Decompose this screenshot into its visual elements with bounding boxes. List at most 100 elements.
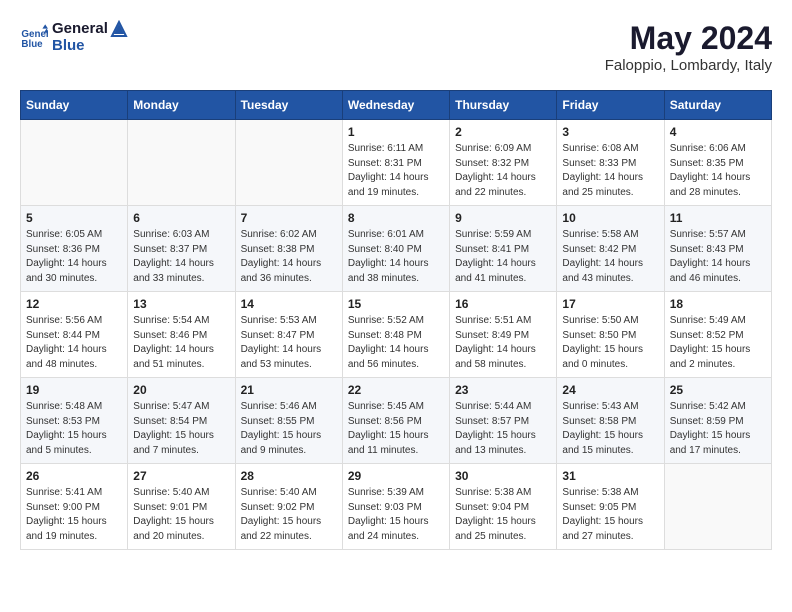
- day-info: Sunrise: 5:43 AM Sunset: 8:58 PM Dayligh…: [562, 400, 658, 458]
- calendar-header: SundayMondayTuesdayWednesdayThursdayFrid…: [21, 91, 772, 120]
- day-number: 14: [241, 297, 337, 311]
- calendar-cell: 26Sunrise: 5:41 AM Sunset: 9:00 PM Dayli…: [21, 464, 128, 550]
- calendar-cell: 6 Sunrise: 6:03 AM Sunset: 8:37 PM Daylig…: [128, 206, 235, 292]
- day-number: 20: [133, 383, 229, 397]
- week-row-2: 5Sunrise: 6:05 AM Sunset: 8:36 PM Daylig…: [21, 206, 772, 292]
- calendar-cell: 21 Sunrise: 5:46 AM Sunset: 8:55 PM Dayli…: [235, 378, 342, 464]
- calendar-cell: 11 Sunrise: 5:57 AM Sunset: 8:43 PM Dayli…: [664, 206, 771, 292]
- week-row-5: 26Sunrise: 5:41 AM Sunset: 9:00 PM Dayli…: [21, 464, 772, 550]
- day-info: Sunrise: 6:02 AM Sunset: 8:38 PM Dayligh…: [241, 228, 337, 286]
- day-info: Sunrise: 5:38 AM Sunset: 9:05 PM Dayligh…: [562, 486, 658, 544]
- day-info: Sunrise: 5:58 AM Sunset: 8:42 PM Dayligh…: [562, 228, 658, 286]
- day-number: 8: [348, 211, 444, 225]
- day-info: Sunrise: 5:46 AM Sunset: 8:55 PM Dayligh…: [241, 400, 337, 458]
- svg-text:Blue: Blue: [21, 39, 43, 50]
- calendar-cell: 27 Sunrise: 5:40 AM Sunset: 9:01 PM Dayli…: [128, 464, 235, 550]
- day-info: Sunrise: 6:05 AM Sunset: 8:36 PM Dayligh…: [26, 228, 122, 286]
- day-info: Sunrise: 5:40 AM Sunset: 9:01 PM Dayligh…: [133, 486, 229, 544]
- calendar-cell: 13 Sunrise: 5:54 AM Sunset: 8:46 PM Dayli…: [128, 292, 235, 378]
- calendar-cell: 25Sunrise: 5:42 AM Sunset: 8:59 PM Dayli…: [664, 378, 771, 464]
- header-sunday: Sunday: [21, 91, 128, 120]
- day-info: Sunrise: 5:50 AM Sunset: 8:50 PM Dayligh…: [562, 314, 658, 372]
- header-monday: Monday: [128, 91, 235, 120]
- day-info: Sunrise: 5:57 AM Sunset: 8:43 PM Dayligh…: [670, 228, 766, 286]
- day-info: Sunrise: 5:40 AM Sunset: 9:02 PM Dayligh…: [241, 486, 337, 544]
- calendar-cell: 29 Sunrise: 5:39 AM Sunset: 9:03 PM Dayli…: [342, 464, 449, 550]
- week-row-3: 12 Sunrise: 5:56 AM Sunset: 8:44 PM Dayli…: [21, 292, 772, 378]
- day-number: 26: [26, 469, 122, 483]
- calendar-cell: [235, 120, 342, 206]
- calendar-cell: 19Sunrise: 5:48 AM Sunset: 8:53 PM Dayli…: [21, 378, 128, 464]
- calendar-cell: [128, 120, 235, 206]
- header-thursday: Thursday: [450, 91, 557, 120]
- day-info: Sunrise: 5:39 AM Sunset: 9:03 PM Dayligh…: [348, 486, 444, 544]
- calendar-cell: 10 Sunrise: 5:58 AM Sunset: 8:42 PM Dayli…: [557, 206, 664, 292]
- logo: General Blue General Blue: [20, 20, 128, 55]
- calendar-cell: 22 Sunrise: 5:45 AM Sunset: 8:56 PM Dayli…: [342, 378, 449, 464]
- day-number: 11: [670, 211, 766, 225]
- header-row: SundayMondayTuesdayWednesdayThursdayFrid…: [21, 91, 772, 120]
- location-subtitle: Faloppio, Lombardy, Italy: [605, 57, 772, 74]
- day-number: 22: [348, 383, 444, 397]
- day-number: 29: [348, 469, 444, 483]
- day-info: Sunrise: 5:52 AM Sunset: 8:48 PM Dayligh…: [348, 314, 444, 372]
- calendar-cell: 4 Sunrise: 6:06 AM Sunset: 8:35 PM Daylig…: [664, 120, 771, 206]
- calendar-cell: 28 Sunrise: 5:40 AM Sunset: 9:02 PM Dayli…: [235, 464, 342, 550]
- calendar-cell: 18Sunrise: 5:49 AM Sunset: 8:52 PM Dayli…: [664, 292, 771, 378]
- day-info: Sunrise: 6:08 AM Sunset: 8:33 PM Dayligh…: [562, 142, 658, 200]
- day-info: Sunrise: 6:09 AM Sunset: 8:32 PM Dayligh…: [455, 142, 551, 200]
- calendar-cell: 20Sunrise: 5:47 AM Sunset: 8:54 PM Dayli…: [128, 378, 235, 464]
- day-info: Sunrise: 5:56 AM Sunset: 8:44 PM Dayligh…: [26, 314, 122, 372]
- calendar-cell: 14Sunrise: 5:53 AM Sunset: 8:47 PM Dayli…: [235, 292, 342, 378]
- day-info: Sunrise: 5:54 AM Sunset: 8:46 PM Dayligh…: [133, 314, 229, 372]
- day-info: Sunrise: 5:59 AM Sunset: 8:41 PM Dayligh…: [455, 228, 551, 286]
- day-number: 12: [26, 297, 122, 311]
- day-number: 10: [562, 211, 658, 225]
- calendar-cell: 30Sunrise: 5:38 AM Sunset: 9:04 PM Dayli…: [450, 464, 557, 550]
- day-number: 21: [241, 383, 337, 397]
- calendar-body: 1Sunrise: 6:11 AM Sunset: 8:31 PM Daylig…: [21, 120, 772, 550]
- calendar-cell: 3Sunrise: 6:08 AM Sunset: 8:33 PM Daylig…: [557, 120, 664, 206]
- calendar-cell: 12 Sunrise: 5:56 AM Sunset: 8:44 PM Dayli…: [21, 292, 128, 378]
- day-number: 2: [455, 125, 551, 139]
- logo-triangle-icon: [110, 20, 128, 38]
- day-number: 30: [455, 469, 551, 483]
- header-wednesday: Wednesday: [342, 91, 449, 120]
- calendar-cell: [21, 120, 128, 206]
- day-info: Sunrise: 5:44 AM Sunset: 8:57 PM Dayligh…: [455, 400, 551, 458]
- calendar-table: SundayMondayTuesdayWednesdayThursdayFrid…: [20, 90, 772, 550]
- day-info: Sunrise: 6:11 AM Sunset: 8:31 PM Dayligh…: [348, 142, 444, 200]
- day-number: 25: [670, 383, 766, 397]
- calendar-cell: 8Sunrise: 6:01 AM Sunset: 8:40 PM Daylig…: [342, 206, 449, 292]
- day-number: 23: [455, 383, 551, 397]
- calendar-cell: 2 Sunrise: 6:09 AM Sunset: 8:32 PM Daylig…: [450, 120, 557, 206]
- day-info: Sunrise: 5:51 AM Sunset: 8:49 PM Dayligh…: [455, 314, 551, 372]
- day-number: 6: [133, 211, 229, 225]
- week-row-4: 19Sunrise: 5:48 AM Sunset: 8:53 PM Dayli…: [21, 378, 772, 464]
- day-number: 16: [455, 297, 551, 311]
- week-row-1: 1Sunrise: 6:11 AM Sunset: 8:31 PM Daylig…: [21, 120, 772, 206]
- calendar-cell: 15 Sunrise: 5:52 AM Sunset: 8:48 PM Dayli…: [342, 292, 449, 378]
- day-number: 31: [562, 469, 658, 483]
- calendar-cell: [664, 464, 771, 550]
- header-saturday: Saturday: [664, 91, 771, 120]
- day-number: 4: [670, 125, 766, 139]
- month-title: May 2024: [605, 20, 772, 57]
- logo-line2: Blue: [52, 38, 128, 55]
- day-info: Sunrise: 5:45 AM Sunset: 8:56 PM Dayligh…: [348, 400, 444, 458]
- day-number: 13: [133, 297, 229, 311]
- calendar-cell: 24 Sunrise: 5:43 AM Sunset: 8:58 PM Dayli…: [557, 378, 664, 464]
- day-number: 27: [133, 469, 229, 483]
- page-header: General Blue General Blue May 2024 Falop…: [20, 20, 772, 74]
- day-number: 9: [455, 211, 551, 225]
- title-section: May 2024 Faloppio, Lombardy, Italy: [605, 20, 772, 74]
- day-number: 28: [241, 469, 337, 483]
- day-number: 17: [562, 297, 658, 311]
- day-info: Sunrise: 6:03 AM Sunset: 8:37 PM Dayligh…: [133, 228, 229, 286]
- day-number: 24: [562, 383, 658, 397]
- calendar-cell: 16 Sunrise: 5:51 AM Sunset: 8:49 PM Dayli…: [450, 292, 557, 378]
- day-number: 15: [348, 297, 444, 311]
- calendar-cell: 23 Sunrise: 5:44 AM Sunset: 8:57 PM Dayli…: [450, 378, 557, 464]
- header-tuesday: Tuesday: [235, 91, 342, 120]
- day-info: Sunrise: 6:06 AM Sunset: 8:35 PM Dayligh…: [670, 142, 766, 200]
